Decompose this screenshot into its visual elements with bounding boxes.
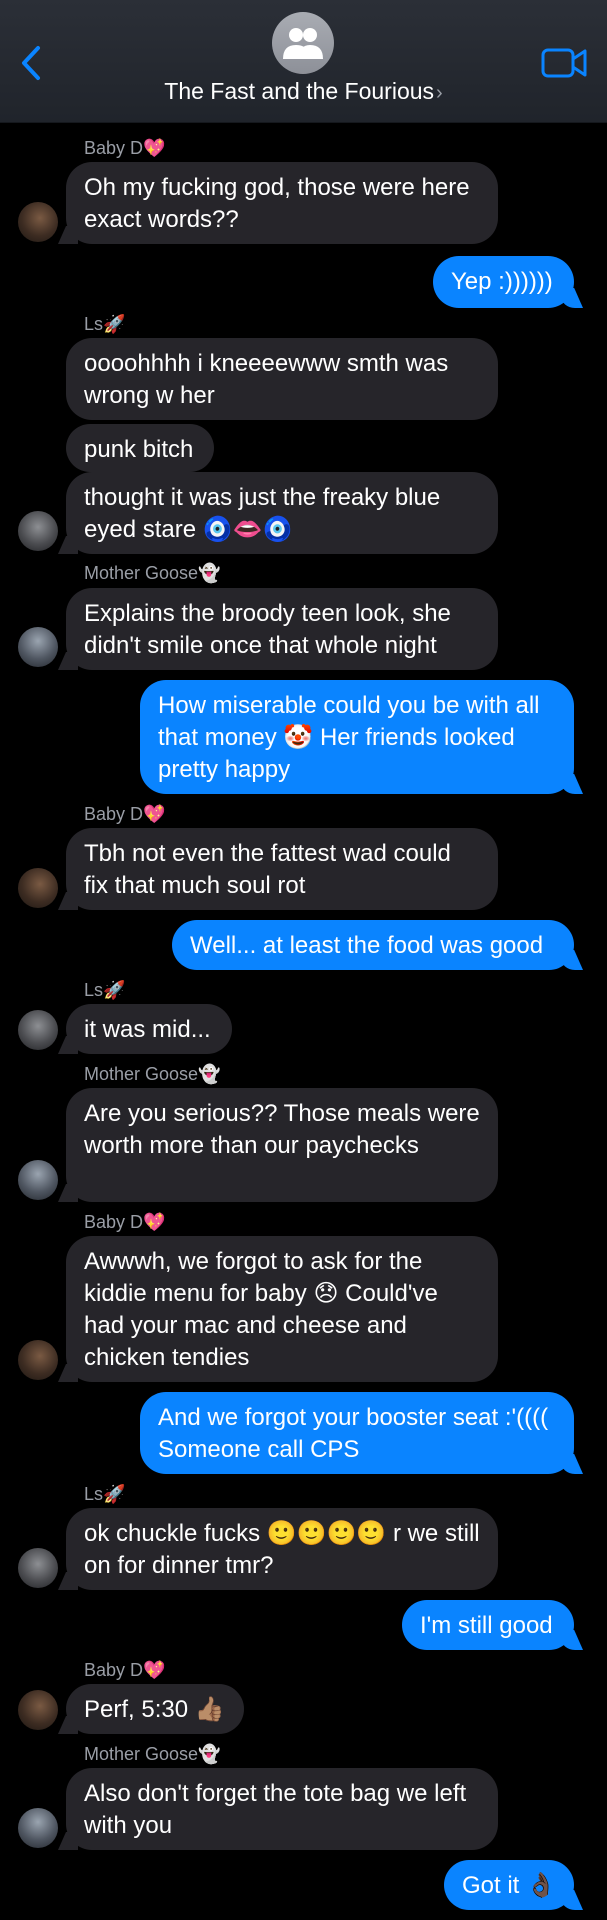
sender-name: Ls🚀 <box>84 980 126 1000</box>
avatar-mother-goose[interactable] <box>18 1160 58 1200</box>
outgoing-message[interactable]: Well... at least the food was good <box>172 920 574 970</box>
sender-name: Baby D💖 <box>84 1212 166 1232</box>
sender-name: Baby D💖 <box>84 1660 166 1680</box>
incoming-message[interactable]: oooohhhh i kneeeewww smth was wrong w he… <box>66 338 498 420</box>
sender-name: Mother Goose👻 <box>84 563 221 583</box>
incoming-message[interactable]: Also don't forget the tote bag we left w… <box>66 1768 498 1850</box>
avatar-ls[interactable] <box>18 1548 58 1588</box>
group-people-icon <box>283 28 323 59</box>
sender-name: Baby D💖 <box>84 138 166 158</box>
incoming-message[interactable]: Explains the broody teen look, she didn'… <box>66 588 498 670</box>
avatar-baby-d[interactable] <box>18 1690 58 1730</box>
sender-name: Ls🚀 <box>84 314 126 334</box>
conversation-title[interactable]: The Fast and the Fourious › <box>0 78 607 105</box>
group-avatar[interactable] <box>272 12 334 74</box>
video-call-button[interactable] <box>541 46 589 80</box>
avatar-mother-goose[interactable] <box>18 627 58 667</box>
incoming-message[interactable]: Perf, 5:30 👍🏽 <box>66 1684 244 1734</box>
avatar-ls[interactable] <box>18 511 58 551</box>
outgoing-message[interactable]: And we forgot your booster seat :'(((( S… <box>140 1392 574 1474</box>
sender-name: Mother Goose👻 <box>84 1744 221 1764</box>
incoming-message[interactable]: ok chuckle fucks 🙂🙂🙂🙂 r we still on for … <box>66 1508 498 1590</box>
incoming-message[interactable]: thought it was just the freaky blue eyed… <box>66 472 498 554</box>
chevron-right-icon: › <box>436 82 443 104</box>
incoming-message[interactable]: Oh my fucking god, those were here exact… <box>66 162 498 244</box>
sender-name: Ls🚀 <box>84 1484 126 1504</box>
avatar-baby-d[interactable] <box>18 1340 58 1380</box>
outgoing-message[interactable]: I'm still good <box>402 1600 574 1650</box>
incoming-message[interactable]: it was mid... <box>66 1004 232 1054</box>
avatar-ls[interactable] <box>18 1010 58 1050</box>
incoming-message[interactable]: Are you serious?? Those meals were worth… <box>66 1088 498 1202</box>
avatar-baby-d[interactable] <box>18 868 58 908</box>
avatar-baby-d[interactable] <box>18 202 58 242</box>
incoming-message[interactable]: Tbh not even the fattest wad could fix t… <box>66 828 498 910</box>
sender-name: Mother Goose👻 <box>84 1064 221 1084</box>
incoming-message[interactable]: Awwwh, we forgot to ask for the kiddie m… <box>66 1236 498 1382</box>
incoming-message[interactable]: punk bitch <box>66 424 214 472</box>
outgoing-message[interactable]: How miserable could you be with all that… <box>140 680 574 794</box>
video-camera-icon <box>541 48 587 78</box>
outgoing-message[interactable]: Yep :)))))) <box>433 256 574 308</box>
avatar-mother-goose[interactable] <box>18 1808 58 1848</box>
outgoing-message[interactable]: Got it 👌🏿 <box>444 1860 574 1910</box>
conversation-title-text: The Fast and the Fourious <box>164 78 435 104</box>
conversation-header: The Fast and the Fourious › <box>0 0 607 123</box>
sender-name: Baby D💖 <box>84 804 166 824</box>
